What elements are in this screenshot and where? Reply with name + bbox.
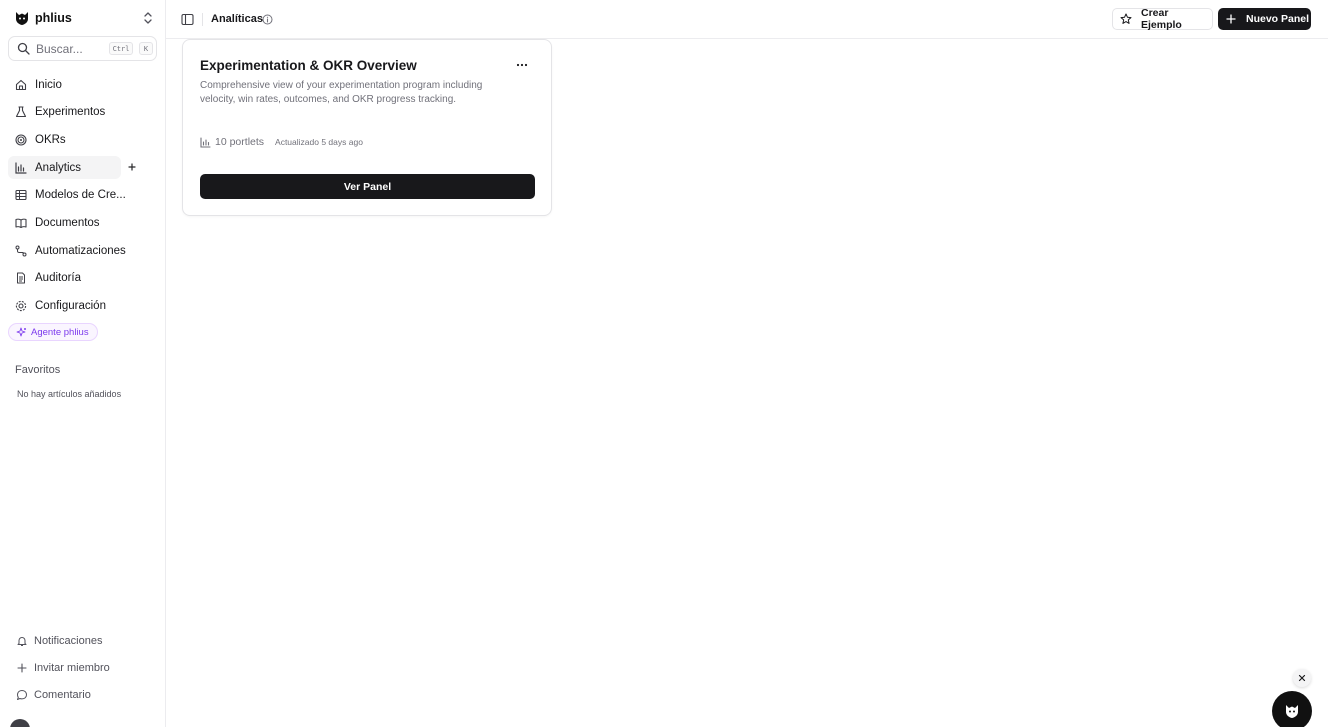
file-icon xyxy=(15,272,27,284)
sidebar-item-documentos[interactable]: Documentos xyxy=(8,211,158,234)
sidebar-item-label: Analytics xyxy=(35,161,82,174)
top-bar: Analíticas Crear Ejemplo Nuevo Panel xyxy=(166,0,1328,39)
sidebar-item-configuracion[interactable]: Configuración xyxy=(8,295,158,318)
chevron-up-down-icon[interactable] xyxy=(142,11,154,25)
table-icon xyxy=(15,189,27,201)
search-input[interactable]: Buscar... Ctrl K xyxy=(8,36,157,61)
comment-label: Comentario xyxy=(34,689,91,701)
bar-chart-icon xyxy=(15,161,27,174)
sidebar-item-label: OKRs xyxy=(35,133,66,146)
book-icon xyxy=(15,217,27,229)
target-icon xyxy=(15,134,27,146)
close-icon xyxy=(1298,674,1306,682)
flask-icon xyxy=(15,106,27,118)
sidebar-item-automatizaciones[interactable]: Automatizaciones xyxy=(8,239,158,262)
sidebar-item-analytics[interactable]: Analytics xyxy=(8,156,136,180)
search-icon xyxy=(17,42,30,55)
sparkles-icon xyxy=(16,327,27,338)
sidebar-item-label: Automatizaciones xyxy=(35,244,126,257)
phlius-logo-icon xyxy=(14,10,30,26)
info-icon[interactable] xyxy=(262,14,273,25)
shortcut-k: K xyxy=(139,42,153,55)
sidebar-item-label: Inicio xyxy=(35,78,62,91)
search-placeholder: Buscar... xyxy=(36,41,83,56)
sidebar-item-experimentos[interactable]: Experimentos xyxy=(8,101,158,124)
assistant-launcher-button[interactable] xyxy=(1272,691,1312,727)
new-panel-button[interactable]: Nuevo Panel xyxy=(1218,8,1311,30)
home-icon xyxy=(15,79,27,91)
star-icon xyxy=(1120,13,1132,25)
dashboard-card-title: Experimentation & OKR Overview xyxy=(200,58,417,73)
chat-bubble-icon xyxy=(16,689,28,701)
create-example-button[interactable]: Crear Ejemplo xyxy=(1112,7,1213,31)
close-widget-button[interactable] xyxy=(1293,669,1311,687)
plus-icon xyxy=(1226,14,1236,24)
sidebar-toggle-icon[interactable] xyxy=(181,13,194,26)
phlius-logo-icon xyxy=(1284,703,1300,719)
bar-chart-icon xyxy=(200,136,211,148)
dashboard-card-meta: 10 portlets Actualizado 5 days ago xyxy=(200,136,363,148)
workspace-switcher[interactable]: phlius xyxy=(14,9,156,27)
updated-timestamp: Actualizado 5 days ago xyxy=(275,137,363,147)
workspace-name: phlius xyxy=(35,11,72,25)
main-nav: Inicio Experimentos OKRs Analytics Model… xyxy=(8,73,158,322)
notifications-label: Notificaciones xyxy=(34,635,103,647)
favorites-empty-text: No hay artículos añadidos xyxy=(17,389,122,399)
page-title: Analíticas xyxy=(211,13,263,25)
agent-label: Agente phlius xyxy=(31,326,89,338)
sidebar-item-label: Documentos xyxy=(35,216,100,229)
add-dashboard-icon[interactable] xyxy=(126,161,138,173)
sidebar-item-okrs[interactable]: OKRs xyxy=(8,128,158,151)
sidebar-item-label: Modelos de Cre... xyxy=(35,189,126,202)
sidebar-item-modelos[interactable]: Modelos de Cre... xyxy=(8,184,158,207)
more-options-icon[interactable] xyxy=(516,62,528,68)
avatar[interactable] xyxy=(10,719,30,727)
gear-icon xyxy=(15,300,27,312)
comment-button[interactable]: Comentario xyxy=(16,687,91,703)
header-divider xyxy=(202,13,203,26)
create-example-label: Crear Ejemplo xyxy=(1141,7,1182,31)
portlet-count: 10 portlets xyxy=(215,136,265,148)
sidebar-item-label: Configuración xyxy=(35,300,106,312)
sidebar-item-inicio[interactable]: Inicio xyxy=(8,73,158,96)
dashboard-card-description: Comprehensive view of your experimentati… xyxy=(200,80,483,105)
invite-label: Invitar miembro xyxy=(34,662,110,674)
sidebar-item-label: Experimentos xyxy=(35,106,106,119)
shortcut-ctrl: Ctrl xyxy=(109,42,133,55)
sidebar-item-label: Auditoría xyxy=(35,272,82,285)
plus-icon xyxy=(16,662,28,674)
dashboard-card[interactable]: Experimentation & OKR Overview Comprehen… xyxy=(182,39,552,216)
sidebar: phlius Buscar... Ctrl K Inicio Experimen… xyxy=(0,0,166,727)
bell-icon xyxy=(16,635,28,647)
view-panel-button[interactable]: Ver Panel xyxy=(200,174,535,199)
workflow-icon xyxy=(15,245,27,257)
sidebar-item-auditoria[interactable]: Auditoría xyxy=(8,267,158,290)
notifications-button[interactable]: Notificaciones xyxy=(16,633,102,649)
agent-button[interactable]: Agente phlius xyxy=(8,323,98,341)
new-panel-label: Nuevo Panel xyxy=(1246,13,1310,25)
favorites-title: Favoritos xyxy=(15,364,61,376)
invite-member-button[interactable]: Invitar miembro xyxy=(16,660,110,676)
